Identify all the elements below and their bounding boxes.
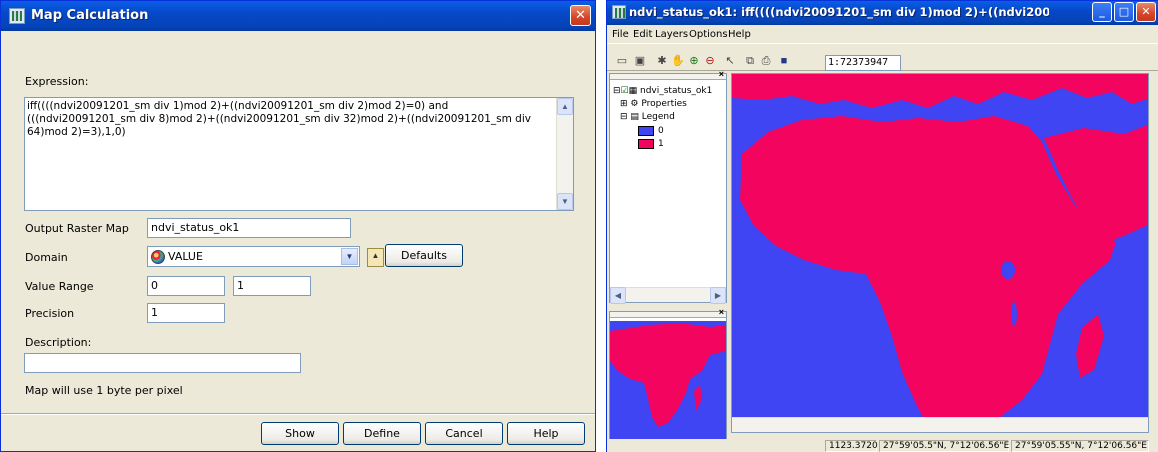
domain-select[interactable]: VALUE ▼ bbox=[147, 246, 360, 267]
create-domain-button[interactable]: ▲ bbox=[367, 248, 384, 267]
new-map-icon[interactable]: ▭ bbox=[615, 54, 629, 68]
layer-node[interactable]: ⊟☑▦ ndvi_status_ok1 bbox=[613, 86, 712, 96]
layer-tree-pane: × ⊟☑▦ ndvi_status_ok1 ⊞ ⚙ Properties ⊟ ▤… bbox=[609, 69, 727, 304]
legend-label: Legend bbox=[641, 112, 675, 122]
description-input[interactable] bbox=[24, 353, 301, 373]
pan-hand-icon[interactable]: ✋ bbox=[671, 54, 685, 68]
zoom-in-icon[interactable]: ⊕ bbox=[687, 54, 701, 68]
legend-swatch-0 bbox=[638, 126, 654, 136]
overview-close-icon[interactable]: × bbox=[719, 307, 724, 317]
scale-input[interactable]: 1:72373947 bbox=[825, 55, 901, 71]
properties-label: Properties bbox=[641, 99, 687, 109]
description-label: Description: bbox=[25, 336, 92, 349]
expression-scrollbar[interactable]: ▲ ▼ bbox=[556, 98, 573, 210]
domain-value: VALUE bbox=[168, 250, 203, 263]
tree-pane-header: × bbox=[610, 69, 726, 80]
expression-label: Expression: bbox=[25, 75, 89, 88]
layer-name: ndvi_status_ok1 bbox=[640, 86, 713, 96]
value-range-label: Value Range bbox=[25, 280, 94, 293]
legend-node[interactable]: ⊟ ▤ Legend bbox=[620, 112, 675, 122]
map-titlebar[interactable]: ndvi_status_ok1: iff((((ndvi20091201_sm … bbox=[607, 1, 1158, 25]
map-close-button[interactable]: ✕ bbox=[1136, 2, 1156, 22]
tree-pane-close-icon[interactable]: × bbox=[719, 69, 724, 79]
chevron-down-icon[interactable]: ▼ bbox=[341, 248, 358, 265]
menu-edit[interactable]: Edit bbox=[633, 29, 652, 40]
properties-node[interactable]: ⊞ ⚙ Properties bbox=[620, 99, 687, 109]
status-value: 1123.3720 bbox=[825, 440, 878, 452]
dialog-separator bbox=[1, 413, 595, 415]
dialog-titlebar[interactable]: Map Calculation ✕ bbox=[1, 1, 595, 31]
output-raster-input[interactable]: ndvi_status_ok1 bbox=[147, 218, 351, 238]
dialog-title: Map Calculation bbox=[31, 8, 149, 23]
scroll-up-icon[interactable]: ▲ bbox=[557, 98, 573, 115]
select-arrow-icon[interactable]: ↖ bbox=[723, 54, 737, 68]
domain-globe-icon bbox=[151, 250, 165, 264]
output-raster-label: Output Raster Map bbox=[25, 222, 129, 235]
map-menubar: File Edit Layers Options Help bbox=[607, 25, 1158, 43]
menu-options[interactable]: Options bbox=[689, 29, 728, 40]
precision-input[interactable]: 1 bbox=[147, 303, 225, 323]
zoom-out-icon[interactable]: ⊖ bbox=[703, 54, 717, 68]
map-calculation-dialog: Map Calculation ✕ Expression: iff((((ndv… bbox=[0, 0, 596, 452]
legend-class-0: 0 bbox=[658, 126, 664, 136]
help-button[interactable]: Help bbox=[507, 422, 585, 445]
cancel-button[interactable]: Cancel bbox=[425, 422, 503, 445]
save-icon[interactable]: ■ bbox=[777, 54, 791, 68]
precision-label: Precision bbox=[25, 307, 75, 320]
monitor-icon[interactable]: ▣ bbox=[633, 54, 647, 68]
maximize-button[interactable]: □ bbox=[1114, 2, 1134, 22]
map-window-title: ndvi_status_ok1: iff((((ndvi20091201_sm … bbox=[629, 5, 1049, 19]
status-coord1: 27°59'05.5"N, 7°12'06.56"E bbox=[879, 440, 1009, 452]
domain-label: Domain bbox=[25, 251, 68, 264]
africa-map bbox=[732, 74, 1148, 432]
menu-layers[interactable]: Layers bbox=[655, 29, 688, 40]
byte-info-text: Map will use 1 byte per pixel bbox=[25, 384, 183, 397]
print-icon[interactable]: ⎙ bbox=[759, 54, 773, 68]
overview-pane-header: × bbox=[610, 307, 726, 318]
range-max-input[interactable]: 1 bbox=[233, 276, 311, 296]
show-button[interactable]: Show bbox=[261, 422, 339, 445]
pointer-star-icon[interactable]: ✱ bbox=[655, 54, 669, 68]
legend-class-1: 1 bbox=[658, 139, 664, 149]
overview-pane[interactable]: × bbox=[609, 307, 727, 441]
scroll-left-icon[interactable]: ◀ bbox=[610, 287, 626, 304]
map-window-icon bbox=[612, 5, 626, 19]
expression-textarea[interactable]: iff((((ndvi20091201_sm div 1)mod 2)+((nd… bbox=[24, 97, 574, 211]
legend-swatch-1 bbox=[638, 139, 654, 149]
map-calc-app-icon bbox=[9, 8, 25, 24]
dialog-close-button[interactable]: ✕ bbox=[570, 5, 591, 26]
minimize-button[interactable]: _ bbox=[1092, 2, 1112, 22]
menu-help[interactable]: Help bbox=[728, 29, 751, 40]
menu-file[interactable]: File bbox=[612, 29, 629, 40]
range-min-input[interactable]: 0 bbox=[147, 276, 225, 296]
scroll-right-icon[interactable]: ▶ bbox=[710, 287, 726, 304]
status-coord2: 27°59'05.55"N, 7°12'06.56"E bbox=[1011, 440, 1149, 452]
overview-map bbox=[610, 321, 726, 439]
map-window: ndvi_status_ok1: iff((((ndvi20091201_sm … bbox=[606, 0, 1158, 452]
map-toolbar: ▭ ▣ ✱ ✋ ⊕ ⊖ ↖ ⧉ ⎙ ■ 1:72373947 bbox=[607, 43, 1158, 71]
copy-icon[interactable]: ⧉ bbox=[743, 54, 757, 68]
defaults-button[interactable]: Defaults bbox=[385, 244, 463, 267]
expression-text: iff((((ndvi20091201_sm div 1)mod 2)+((nd… bbox=[27, 100, 531, 138]
map-hscrollbar[interactable] bbox=[732, 417, 1148, 432]
scroll-down-icon[interactable]: ▼ bbox=[557, 193, 573, 210]
tree-hscrollbar[interactable]: ◀ ▶ bbox=[610, 287, 726, 304]
define-button[interactable]: Define bbox=[343, 422, 421, 445]
map-view[interactable] bbox=[731, 73, 1149, 433]
map-statusbar: 1123.3720 27°59'05.5"N, 7°12'06.56"E 27°… bbox=[607, 439, 1158, 452]
